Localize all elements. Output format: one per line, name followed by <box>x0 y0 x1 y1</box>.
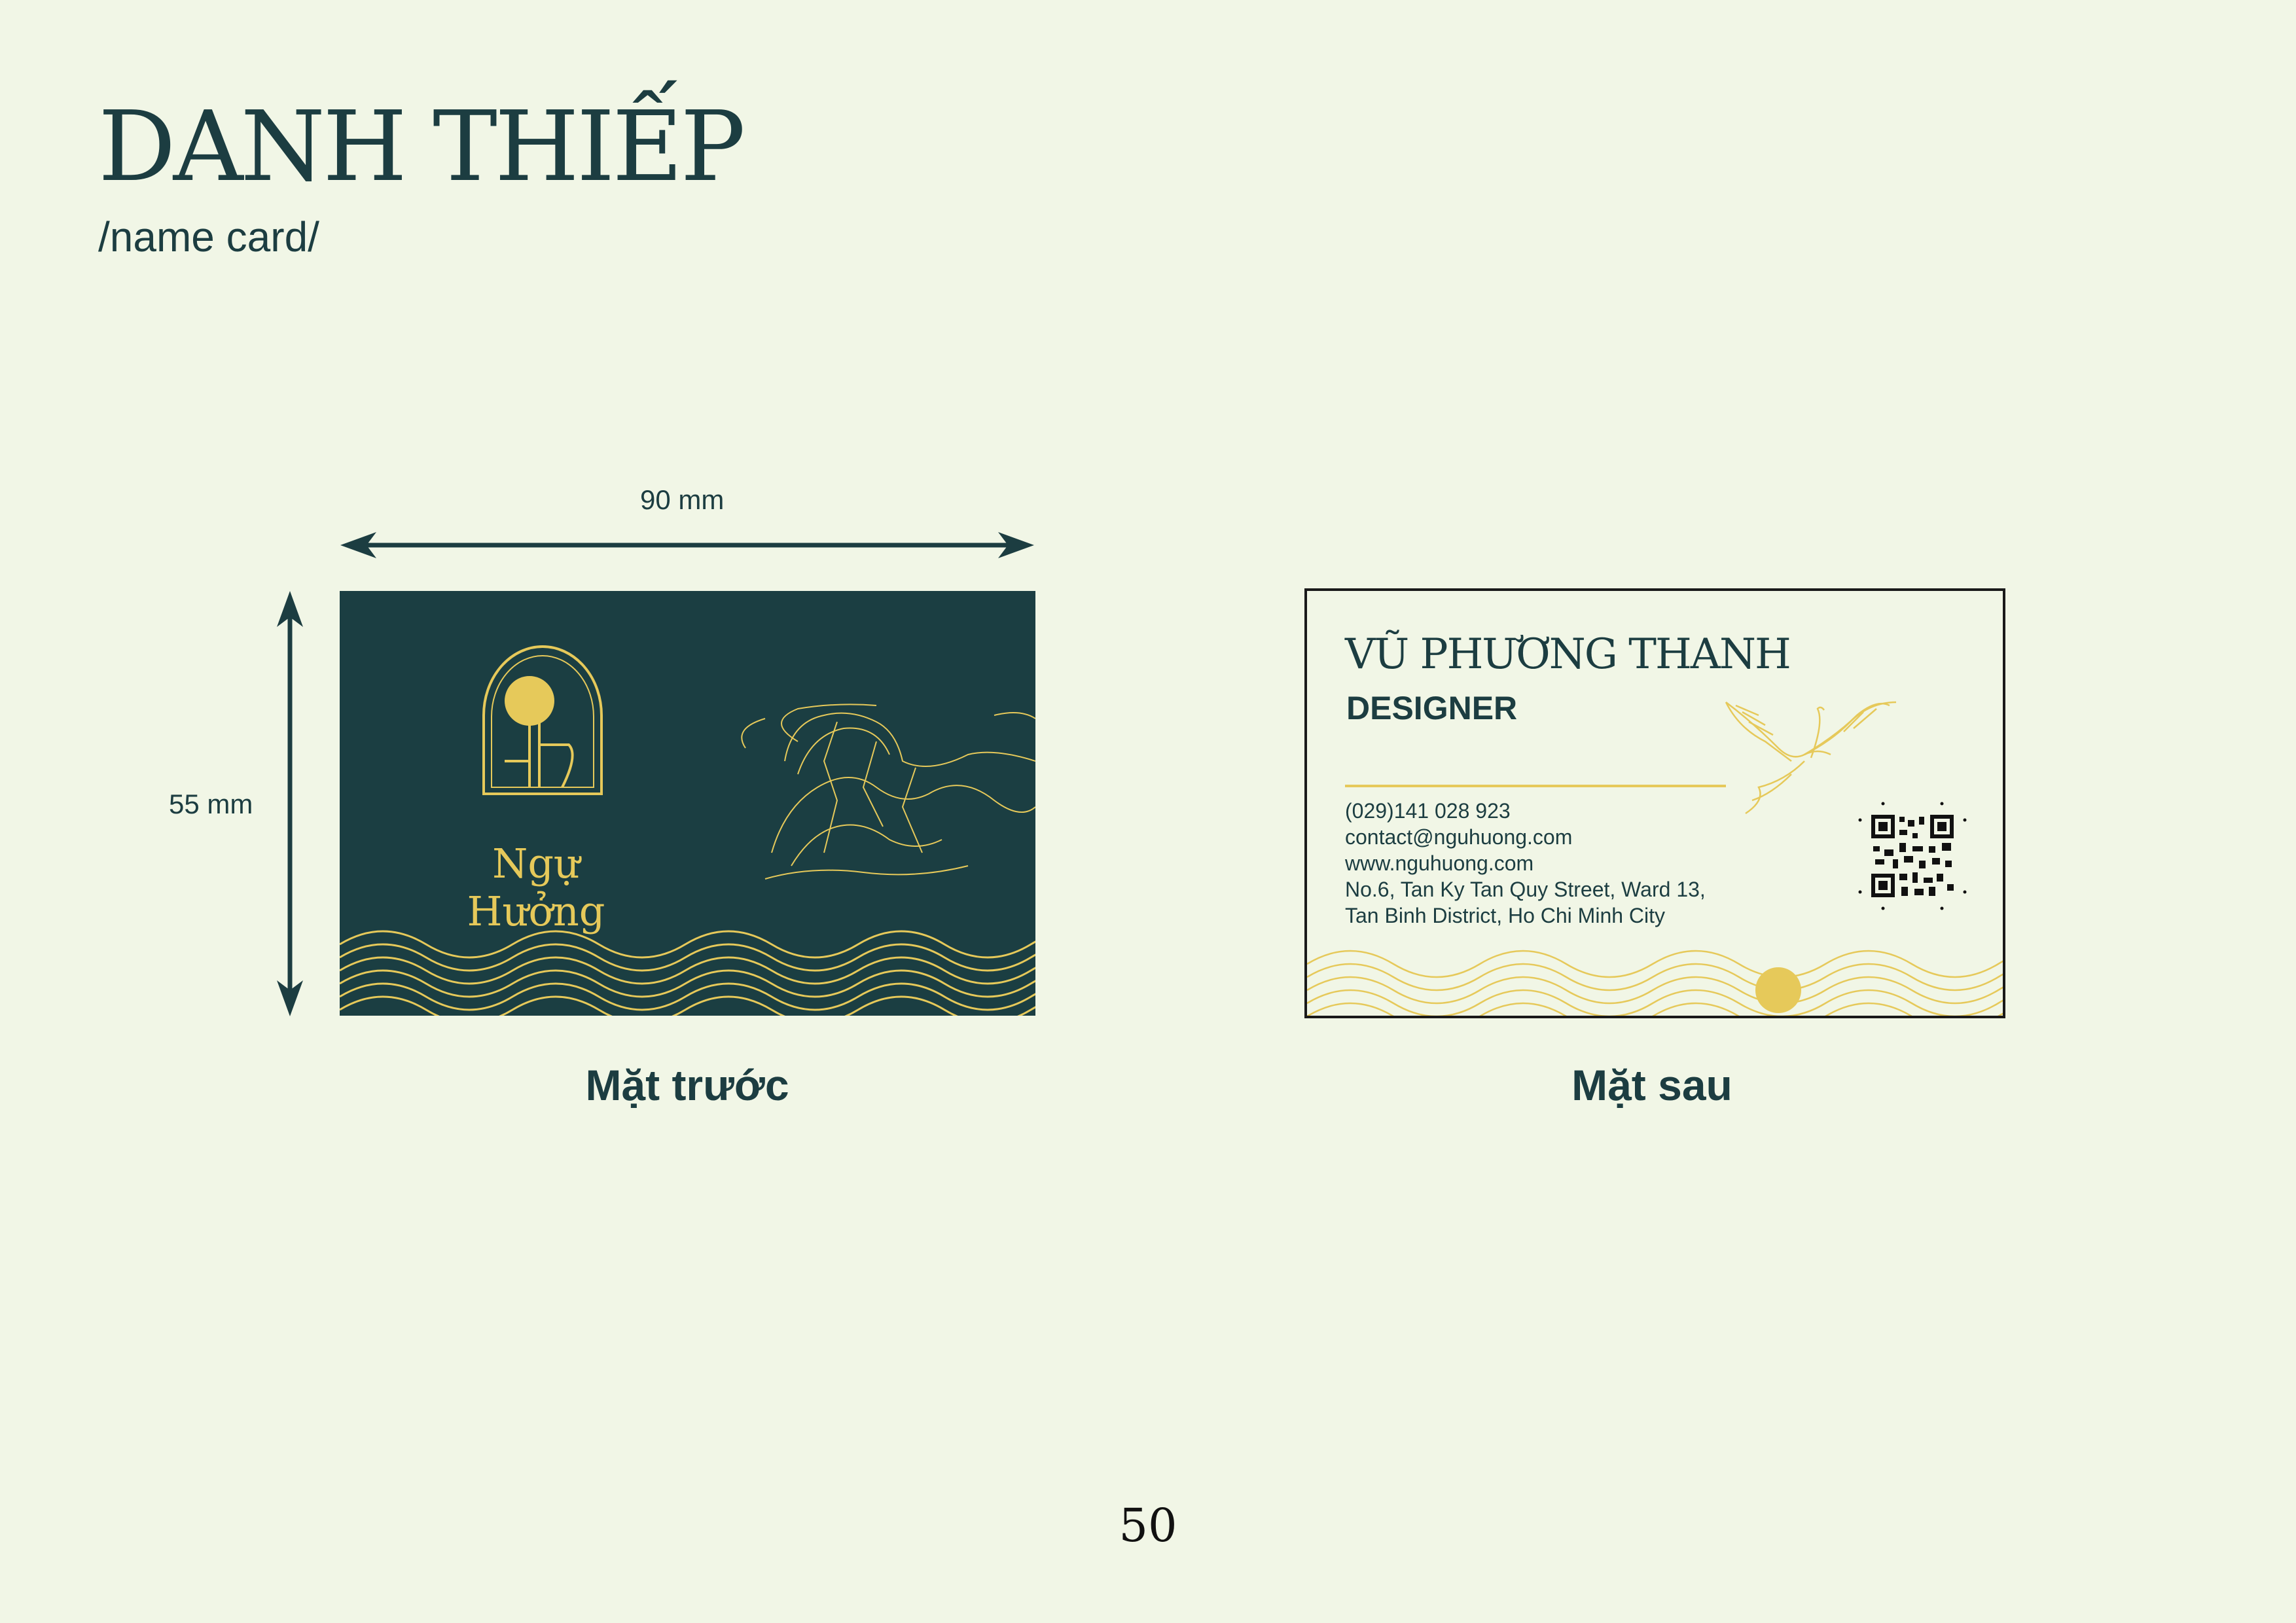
sun-icon <box>505 676 554 726</box>
contact-phone: (029)141 028 923 <box>1345 799 1511 823</box>
qr-code-icon <box>1858 802 1967 910</box>
contact-email: contact@nguhuong.com <box>1345 825 1573 849</box>
front-caption: Mặt trước <box>585 1061 789 1109</box>
card-front: Ngự Hưởng <box>340 591 1035 1016</box>
page-title: DANH THIẾP <box>98 90 745 203</box>
height-dimension-label: 55 mm <box>169 789 253 819</box>
width-dimension-label: 90 mm <box>640 484 725 515</box>
contact-address-line2: Tan Binh District, Ho Chi Minh City <box>1345 904 1666 927</box>
mountain-illustration-icon <box>741 704 1035 880</box>
card-back: VŨ PHƯƠNG THANH DESIGNER (029)141 028 92… <box>1304 588 2005 1018</box>
wave-pattern-icon <box>1307 950 2003 1016</box>
person-role: DESIGNER <box>1346 690 1518 726</box>
page-subtitle: /name card/ <box>98 213 319 260</box>
contact-address-line1: No.6, Tan Ky Tan Quy Street, Ward 13, <box>1345 878 1706 901</box>
sun-icon <box>1755 967 1801 1013</box>
page-number: 50 <box>1119 1499 1177 1552</box>
width-arrow-icon <box>340 532 1034 558</box>
crane-icon <box>1725 701 1897 815</box>
wave-pattern-icon <box>340 930 1035 1016</box>
brand-name: Ngự Hưởng <box>467 840 605 935</box>
back-caption: Mặt sau <box>1571 1061 1732 1109</box>
contact-website: www.nguhuong.com <box>1345 851 1534 875</box>
person-name: VŨ PHƯƠNG THANH <box>1345 630 1791 679</box>
height-arrow-icon <box>277 591 303 1016</box>
